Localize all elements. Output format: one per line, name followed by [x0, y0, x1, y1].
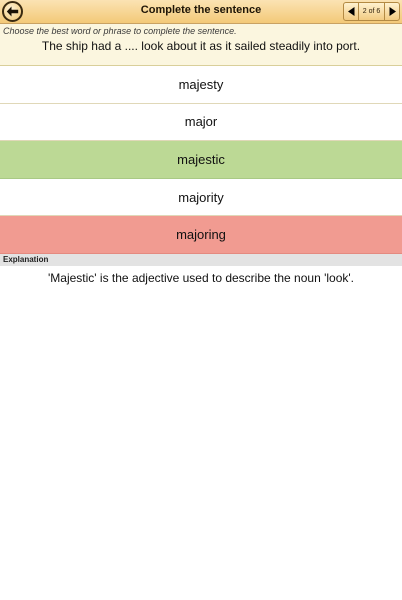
- question-instruction: Choose the best word or phrase to comple…: [3, 26, 237, 36]
- app-header: Complete the sentence 2 of 6: [0, 0, 402, 24]
- previous-question-button[interactable]: [344, 3, 359, 20]
- explanation-text: 'Majestic' is the adjective used to desc…: [48, 271, 354, 285]
- back-arrow-icon: [6, 6, 19, 17]
- question-panel: Choose the best word or phrase to comple…: [0, 24, 402, 66]
- question-pager: 2 of 6: [343, 2, 400, 21]
- question-prompt: The ship had a .... look about it as it …: [41, 39, 361, 53]
- answer-option-majestic[interactable]: majestic: [0, 141, 402, 179]
- answer-option-major[interactable]: major: [0, 103, 402, 142]
- answer-option-majority[interactable]: majority: [0, 178, 402, 217]
- triangle-right-icon: [389, 7, 396, 16]
- triangle-left-icon: [347, 7, 354, 16]
- answer-option-majesty[interactable]: majesty: [0, 66, 402, 104]
- back-button[interactable]: [2, 1, 23, 22]
- answer-options: majesty major majestic majority majoring: [0, 66, 402, 254]
- explanation-heading: Explanation: [0, 254, 402, 266]
- answer-option-majoring[interactable]: majoring: [0, 216, 402, 254]
- next-question-button[interactable]: [384, 3, 399, 20]
- question-counter: 2 of 6: [362, 8, 381, 15]
- page-title: Complete the sentence: [140, 4, 262, 16]
